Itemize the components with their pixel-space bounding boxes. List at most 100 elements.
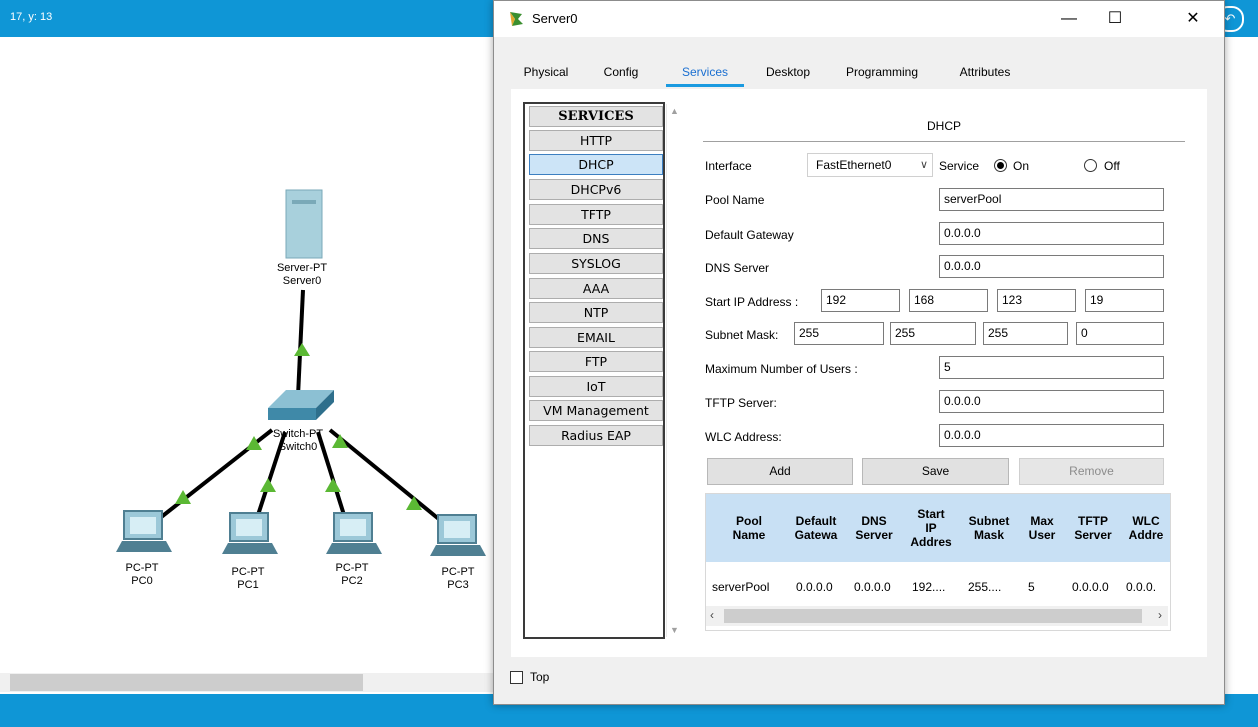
subnet-mask-octet-3[interactable]: 255 <box>983 322 1068 345</box>
subnet-mask-octet-2[interactable]: 255 <box>890 322 976 345</box>
start-ip-octet-4[interactable]: 19 <box>1085 289 1164 312</box>
pool-table: Pool Name Default Gatewa DNS Server Star… <box>705 493 1171 631</box>
max-users-label: Maximum Number of Users : <box>705 362 858 376</box>
service-item-iot[interactable]: IoT <box>529 376 663 397</box>
tftp-server-field[interactable]: 0.0.0.0 <box>939 390 1164 413</box>
max-users-field[interactable]: 5 <box>939 356 1164 379</box>
minimize-button[interactable]: — <box>1046 1 1092 37</box>
cell-max-user[interactable]: 5 <box>1028 580 1035 594</box>
service-label: Service <box>939 159 980 173</box>
service-off-label: Off <box>1104 159 1120 173</box>
services-list: SERVICES HTTP DHCP DHCPv6 TFTP DNS SYSLO… <box>523 102 665 639</box>
close-button[interactable]: ✕ <box>1170 1 1216 37</box>
cell-default-gateway[interactable]: 0.0.0.0 <box>796 580 833 594</box>
packet-tracer-icon <box>510 12 523 26</box>
cell-start-ip[interactable]: 192.... <box>912 580 945 594</box>
pool-table-scrollbar[interactable]: ‹ › <box>706 606 1168 626</box>
start-ip-octet-2[interactable]: 168 <box>909 289 988 312</box>
scroll-left-icon[interactable]: ‹ <box>710 608 714 622</box>
service-item-aaa[interactable]: AAA <box>529 278 663 299</box>
scroll-down-icon[interactable]: ▼ <box>669 625 680 635</box>
remove-button[interactable]: Remove <box>1019 458 1164 485</box>
tab-physical[interactable]: Physical <box>512 61 580 87</box>
service-item-ntp[interactable]: NTP <box>529 302 663 323</box>
switch-icon[interactable] <box>268 390 334 420</box>
subnet-mask-octet-1[interactable]: 255 <box>794 322 884 345</box>
pc2-label: PC-PT PC2 <box>328 562 376 588</box>
title-divider <box>703 141 1185 142</box>
dhcp-title: DHCP <box>926 119 961 133</box>
server-icon[interactable] <box>285 189 323 259</box>
wlc-address-label: WLC Address: <box>705 430 782 444</box>
tab-attributes[interactable]: Attributes <box>942 61 1028 87</box>
dns-server-field[interactable]: 0.0.0.0 <box>939 255 1164 278</box>
cell-tftp-server[interactable]: 0.0.0.0 <box>1072 580 1109 594</box>
pc0-label: PC-PT PC0 <box>118 562 166 588</box>
pool-name-label: Pool Name <box>705 193 765 207</box>
services-scrollbar[interactable]: ▲ ▼ <box>666 104 682 637</box>
services-header: SERVICES <box>529 106 663 127</box>
tab-config[interactable]: Config <box>590 61 652 87</box>
service-item-syslog[interactable]: SYSLOG <box>529 253 663 274</box>
default-gateway-field[interactable]: 0.0.0.0 <box>939 222 1164 245</box>
interface-value: FastEthernet0 <box>816 158 892 172</box>
chevron-down-icon: ∨ <box>919 159 928 171</box>
cell-subnet-mask[interactable]: 255.... <box>968 580 1001 594</box>
link-server-switch <box>296 289 305 397</box>
device-type: PC-PT <box>125 562 159 574</box>
service-off-radio[interactable] <box>1084 159 1097 172</box>
service-item-dhcpv6[interactable]: DHCPv6 <box>529 179 663 200</box>
service-item-radius-eap[interactable]: Radius EAP <box>529 425 663 446</box>
subnet-mask-octet-4[interactable]: 0 <box>1076 322 1164 345</box>
device-name: Switch0 <box>278 441 318 453</box>
coordinate-readout: 17, y: 13 <box>10 11 53 23</box>
start-ip-octet-3[interactable]: 123 <box>997 289 1076 312</box>
cell-wlc-address[interactable]: 0.0.0. <box>1126 580 1156 594</box>
pc-icon[interactable] <box>430 514 486 556</box>
service-item-http[interactable]: HTTP <box>529 130 663 151</box>
top-checkbox[interactable] <box>510 671 523 684</box>
dns-server-label: DNS Server <box>705 261 770 275</box>
add-button[interactable]: Add <box>707 458 853 485</box>
pool-name-field[interactable]: serverPool <box>939 188 1164 211</box>
service-item-dns[interactable]: DNS <box>529 228 663 249</box>
tab-services[interactable]: Services <box>662 61 748 87</box>
service-on-label: On <box>1013 159 1030 173</box>
tab-programming[interactable]: Programming <box>830 61 934 87</box>
pc1-label: PC-PT PC1 <box>224 566 272 592</box>
default-gateway-label: Default Gateway <box>705 228 794 242</box>
start-ip-octet-1[interactable]: 192 <box>821 289 900 312</box>
scroll-right-icon[interactable]: › <box>1158 608 1162 622</box>
link-up-icon <box>260 478 276 492</box>
col-tftp-server: TFTP Server <box>1074 514 1112 542</box>
service-item-vm-management[interactable]: VM Management <box>529 400 663 421</box>
cell-dns-server[interactable]: 0.0.0.0 <box>854 580 891 594</box>
pc-icon[interactable] <box>222 512 278 554</box>
cell-pool-name[interactable]: serverPool <box>712 580 769 594</box>
device-type: PC-PT <box>335 562 369 574</box>
wlc-address-field[interactable]: 0.0.0.0 <box>939 424 1164 447</box>
service-item-dhcp[interactable]: DHCP <box>529 154 663 175</box>
pool-table-scrollbar-thumb[interactable] <box>724 609 1142 623</box>
pc-icon[interactable] <box>326 512 382 554</box>
start-ip-label: Start IP Address : <box>705 295 799 309</box>
title-bar[interactable]: Server0 — ☐ ✕ <box>494 1 1224 37</box>
device-name: PC3 <box>447 579 469 591</box>
network-topology <box>116 189 486 556</box>
save-button[interactable]: Save <box>862 458 1009 485</box>
device-type: Server-PT <box>276 262 328 274</box>
top-label: Top <box>530 670 550 684</box>
tab-desktop[interactable]: Desktop <box>754 61 822 87</box>
interface-select[interactable]: FastEthernet0 ∨ <box>807 153 933 177</box>
service-item-tftp[interactable]: TFTP <box>529 204 663 225</box>
service-item-ftp[interactable]: FTP <box>529 351 663 372</box>
maximize-button[interactable]: ☐ <box>1092 1 1138 37</box>
service-item-email[interactable]: EMAIL <box>529 327 663 348</box>
col-pool-name: Pool Name <box>732 514 766 542</box>
service-on-radio[interactable] <box>994 159 1007 172</box>
link-up-icon <box>294 343 310 356</box>
col-start-ip: Start IP Addres <box>910 507 952 549</box>
scroll-up-icon[interactable]: ▲ <box>669 106 680 116</box>
workspace-scrollbar-thumb[interactable] <box>10 674 363 691</box>
device-type: Switch-PT <box>272 428 324 440</box>
